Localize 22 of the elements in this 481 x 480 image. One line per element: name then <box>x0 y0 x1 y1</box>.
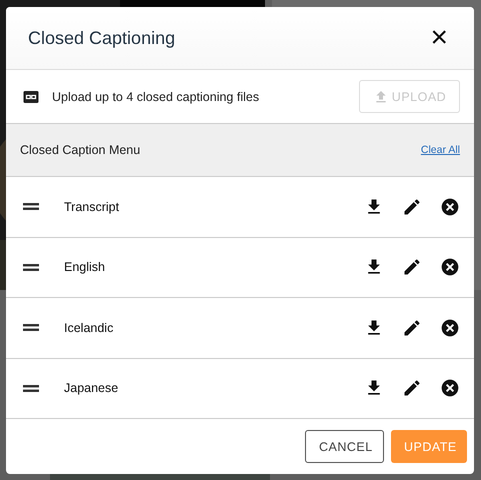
caption-name: Transcript <box>64 200 120 214</box>
drag-handle-icon <box>23 324 39 332</box>
caption-name: Japanese <box>64 381 120 396</box>
caption-name: Icelandic <box>64 320 114 335</box>
remove-icon <box>440 378 460 398</box>
drag-handle-icon <box>23 384 39 392</box>
clear-all-link[interactable]: Clear All <box>420 144 460 156</box>
upload-instructions: Upload up to 4 closed captioning files <box>52 90 260 104</box>
cancel-button[interactable]: CANCEL <box>305 430 384 463</box>
remove-icon <box>440 196 460 217</box>
edit-icon <box>402 378 422 398</box>
caption-name: English <box>64 260 106 274</box>
menu-title: Closed Caption Menu <box>20 143 140 157</box>
edit-icon <box>402 196 422 217</box>
drag-handle-icon <box>23 203 39 210</box>
edit-icon <box>402 257 422 278</box>
edit-icon <box>402 318 422 338</box>
drag-handle-icon <box>23 264 39 271</box>
remove-icon <box>440 318 460 338</box>
remove-icon <box>440 257 460 278</box>
close-button[interactable]: × <box>426 24 452 52</box>
dialog-title: Closed Captioning <box>28 28 176 48</box>
